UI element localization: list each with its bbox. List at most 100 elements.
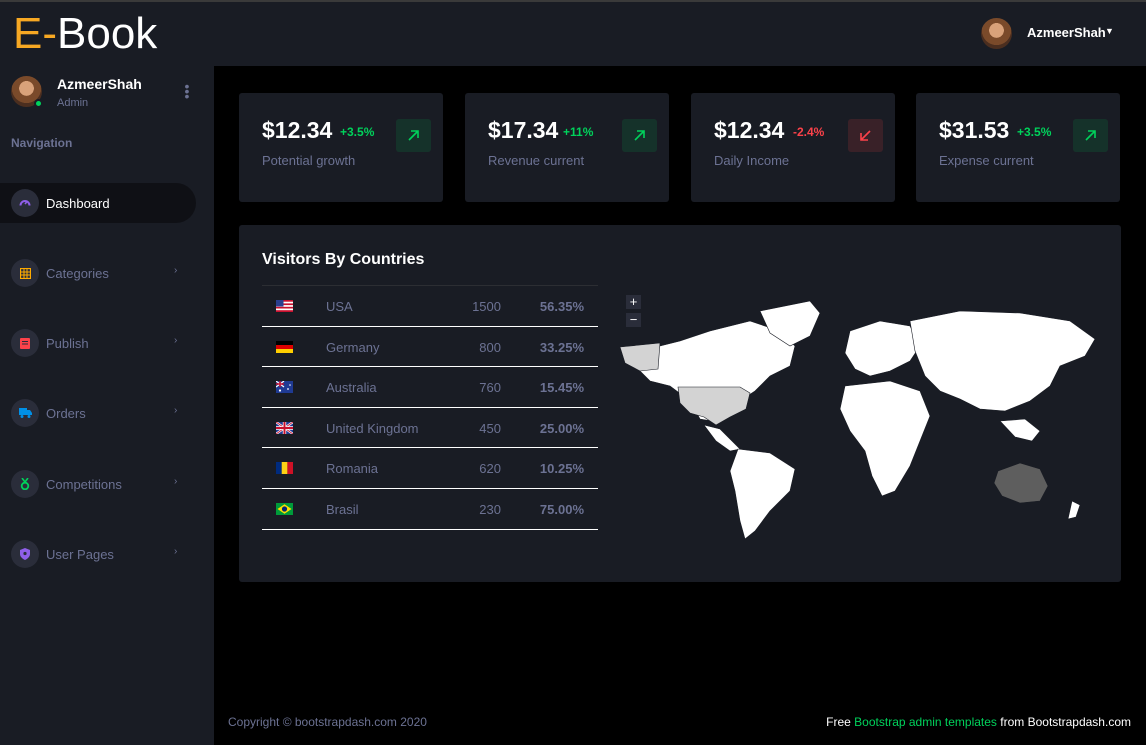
profile-role: Admin	[57, 97, 89, 109]
visitor-count: 1500	[472, 299, 501, 314]
map-region-africa	[839, 380, 931, 497]
sidebar-item-label: Categories	[46, 266, 109, 281]
stat-card: $12.34 -2.4% Daily Income	[691, 93, 895, 202]
app-frame: E-Book AzmeerShah Admin • • • Navigation D…	[0, 0, 1146, 745]
grid-icon	[11, 259, 39, 287]
sidebar-item-label: Dashboard	[46, 196, 110, 211]
sidebar-item-label: User Pages	[46, 547, 114, 562]
stat-label: Expense current	[939, 153, 1034, 168]
visitor-percent: 75.00%	[539, 501, 584, 517]
stat-value: $31.53	[939, 117, 1010, 143]
speedometer-icon	[11, 189, 39, 217]
arrow-up-right-icon	[622, 119, 657, 152]
chevron-right-icon: ›	[174, 405, 178, 416]
map-region-australia	[993, 462, 1049, 504]
stat-card: $17.34 +11% Revenue current	[465, 93, 669, 202]
truck-icon	[11, 399, 39, 427]
nav-section-title: Navigation	[11, 136, 73, 150]
sidebar-item-label: Publish	[46, 336, 89, 351]
stat-label: Daily Income	[714, 153, 790, 168]
top-navbar: AzmeerShah ▼	[214, 2, 1146, 66]
map-region-usa	[677, 386, 751, 426]
map-region-new-zealand	[1067, 500, 1081, 520]
visitor-count: 230	[479, 501, 501, 517]
stat-card: $31.53 +3.5% Expense current	[916, 93, 1120, 202]
sidebar-profile[interactable]: AzmeerShah Admin • • •	[11, 76, 201, 112]
table-row: Australia 760 15.45%	[262, 367, 598, 408]
stat-value: $17.34	[488, 117, 559, 143]
stat-card: $12.34 +3.5% Potential growth	[239, 93, 443, 202]
sidebar-item-label: Orders	[46, 406, 86, 421]
country-name: Australia	[326, 380, 377, 396]
sidebar-item-publish[interactable]: Publish ›	[0, 323, 196, 363]
sidebar-item-user-pages[interactable]: User Pages ›	[0, 534, 196, 574]
sidebar-item-label: Competitions	[46, 477, 122, 492]
stat-change: +3.5%	[340, 125, 375, 139]
visitor-percent: 10.25%	[539, 461, 584, 477]
map-region-europe	[844, 320, 921, 377]
arrow-up-right-icon	[396, 119, 431, 152]
shield-icon	[11, 540, 39, 568]
table-row: Germany 800 33.25%	[262, 327, 598, 368]
table-row: USA 1500 56.35%	[262, 286, 598, 327]
visitor-count: 450	[479, 420, 501, 436]
user-menu-name[interactable]: AzmeerShah	[1027, 25, 1106, 40]
table-row: Brasil 230 75.00%	[262, 489, 598, 530]
kebab-menu-icon[interactable]: • • •	[184, 79, 190, 103]
brand-name: Book	[57, 9, 158, 58]
visitor-percent: 25.00%	[539, 420, 584, 436]
map-region-asia	[909, 310, 1096, 412]
br-flag-icon	[276, 502, 293, 515]
sidebar-item-categories[interactable]: Categories ›	[0, 253, 196, 293]
visitors-panel: Visitors By Countries USA 1500 56.35% Ge…	[239, 225, 1121, 582]
brand-prefix: E-	[13, 9, 57, 58]
arrow-up-right-icon	[1073, 119, 1108, 152]
world-map[interactable]	[620, 291, 1100, 543]
map-region-southeast-asia	[999, 418, 1041, 442]
avatar[interactable]	[981, 18, 1012, 49]
country-name: Brasil	[326, 501, 359, 517]
sidebar-item-competitions[interactable]: Competitions ›	[0, 464, 196, 504]
country-name: USA	[326, 299, 353, 314]
chevron-right-icon: ›	[174, 265, 178, 276]
stat-value: $12.34	[262, 117, 333, 143]
countries-table: USA 1500 56.35% Germany 800 33.25% Austr…	[262, 285, 598, 530]
sidebar-item-orders[interactable]: Orders ›	[0, 393, 196, 433]
medal-icon	[11, 470, 39, 498]
country-name: United Kingdom	[326, 420, 419, 436]
footer-copyright: Copyright © bootstrapdash.com 2020	[228, 715, 427, 729]
table-row: Romania 620 10.25%	[262, 448, 598, 489]
panel-title: Visitors By Countries	[262, 251, 425, 268]
map-region-alaska	[620, 342, 661, 372]
chevron-right-icon: ›	[174, 476, 178, 487]
profile-name: AzmeerShah	[57, 76, 142, 92]
sidebar-item-dashboard[interactable]: Dashboard	[0, 183, 196, 223]
country-name: Romania	[326, 461, 379, 477]
visitor-percent: 15.45%	[539, 380, 584, 396]
visitor-count: 620	[479, 461, 501, 477]
map-region-central-america	[703, 424, 741, 452]
visitor-count: 800	[479, 339, 501, 355]
footer-from-text: from Bootstrapdash.com	[1000, 715, 1131, 729]
map-region-south-america	[729, 448, 796, 540]
stat-change: +11%	[563, 125, 594, 139]
document-icon	[11, 329, 39, 357]
online-status-dot	[34, 99, 43, 108]
footer-templates-link[interactable]: Bootstrap admin templates	[854, 715, 997, 729]
avatar[interactable]	[11, 76, 43, 108]
footer-credit: Free Bootstrap admin templates from Boot…	[826, 715, 1131, 729]
sidebar: E-Book AzmeerShah Admin • • • Navigation D…	[0, 2, 214, 745]
stat-value: $12.34	[714, 117, 785, 143]
gb-flag-icon	[276, 421, 293, 434]
us-flag-icon	[276, 300, 293, 312]
arrow-down-left-icon	[848, 119, 883, 152]
caret-down-icon[interactable]: ▼	[1105, 26, 1114, 36]
table-row: United Kingdom 450 25.00%	[262, 408, 598, 449]
footer-free-text: Free	[826, 715, 851, 729]
chevron-right-icon: ›	[174, 546, 178, 557]
ro-flag-icon	[276, 462, 293, 475]
stat-change: +3.5%	[1017, 125, 1052, 139]
brand-logo[interactable]: E-Book	[0, 2, 214, 66]
stat-label: Revenue current	[488, 153, 585, 168]
visitor-count: 760	[479, 380, 501, 396]
